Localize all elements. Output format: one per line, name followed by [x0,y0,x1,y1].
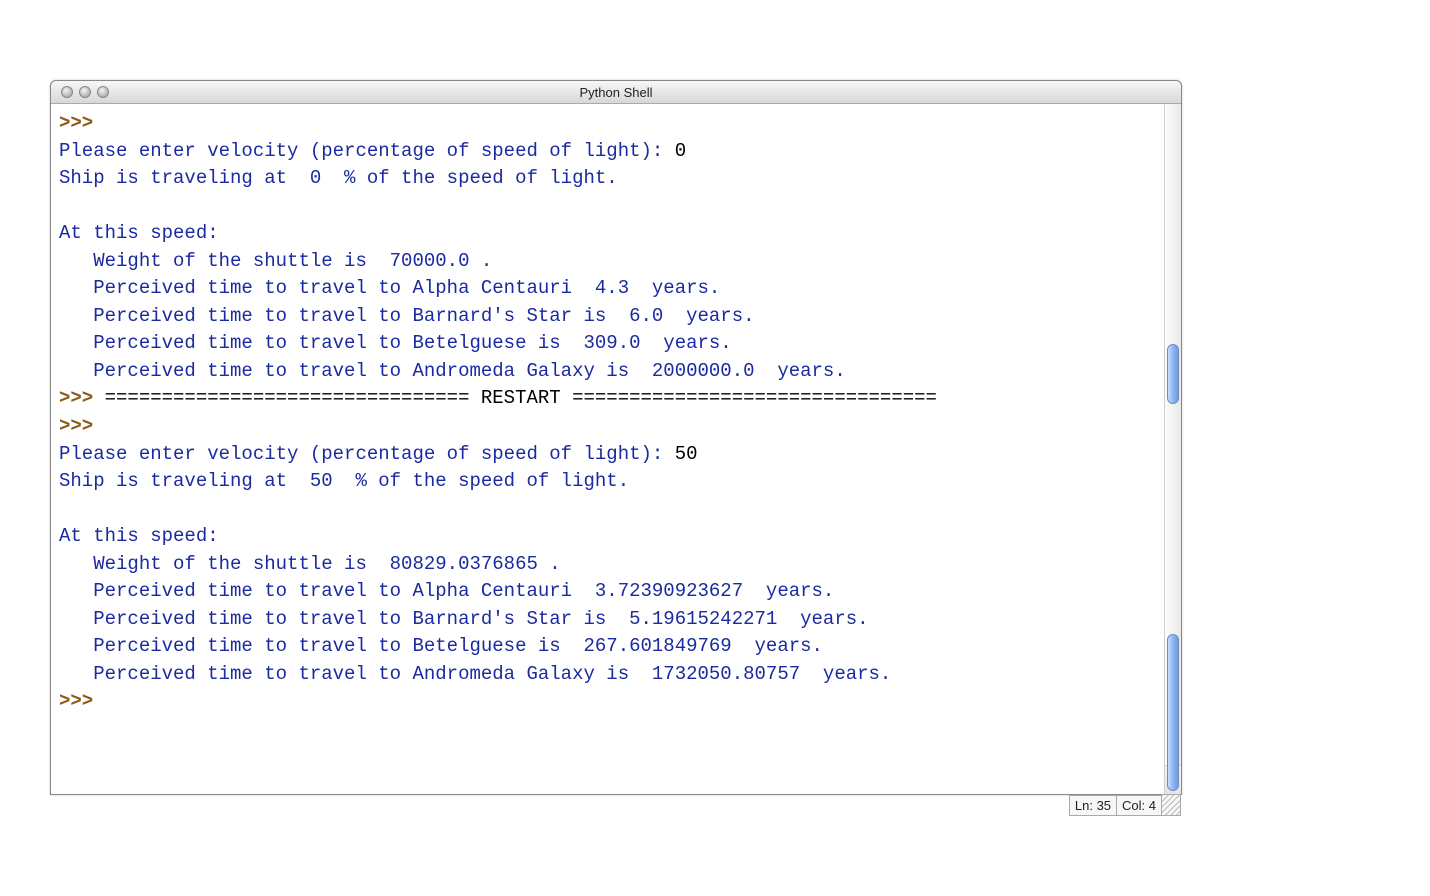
restart-banner: ================================ RESTART… [105,387,937,409]
output-line: Perceived time to travel to Alpha Centau… [59,580,834,602]
status-col-label: Col: [1122,798,1149,813]
output-line: Ship is traveling at 50 % of the speed o… [59,470,629,492]
output-line: Perceived time to travel to Barnard's St… [59,608,869,630]
scroll-thumb[interactable] [1167,634,1179,791]
output-line: Perceived time to travel to Alpha Centau… [59,277,720,299]
content-area: >>> Please enter velocity (percentage of… [51,104,1181,794]
python-shell-window: Python Shell >>> Please enter velocity (… [50,80,1182,795]
output-line: Ship is traveling at 0 % of the speed of… [59,167,618,189]
status-bar: Ln: 35 Col: 4 [1070,794,1181,816]
output-line: Perceived time to travel to Andromeda Ga… [59,663,891,685]
output-line: Perceived time to travel to Betelguese i… [59,332,732,354]
window-title: Python Shell [51,85,1181,100]
output-line: Weight of the shuttle is 70000.0 . [59,250,492,272]
prompt: >>> [59,112,105,134]
output-line: At this speed: [59,525,219,547]
status-line: Ln: 35 [1069,795,1117,816]
prompt: >>> [59,387,105,409]
status-col: Col: 4 [1116,795,1162,816]
prompt: >>> [59,415,105,437]
output-line: Weight of the shuttle is 80829.0376865 . [59,553,561,575]
output-line: Please enter velocity (percentage of spe… [59,443,675,465]
output-line: Perceived time to travel to Barnard's St… [59,305,755,327]
scroll-track[interactable] [1165,104,1181,765]
output-line: Perceived time to travel to Betelguese i… [59,635,823,657]
vertical-scrollbar[interactable] [1164,104,1181,794]
status-col-value: 4 [1149,798,1156,813]
user-input: 0 [675,140,686,162]
output-line: Perceived time to travel to Andromeda Ga… [59,360,846,382]
shell-output[interactable]: >>> Please enter velocity (percentage of… [51,104,1164,794]
prompt: >>> [59,690,105,712]
titlebar[interactable]: Python Shell [51,81,1181,104]
status-line-value: 35 [1097,798,1111,813]
output-line: At this speed: [59,222,219,244]
user-input: 50 [675,443,698,465]
status-line-label: Ln: [1075,798,1097,813]
output-line: Please enter velocity (percentage of spe… [59,140,675,162]
resize-grip-icon[interactable] [1161,794,1181,816]
scroll-thumb[interactable] [1167,344,1179,404]
